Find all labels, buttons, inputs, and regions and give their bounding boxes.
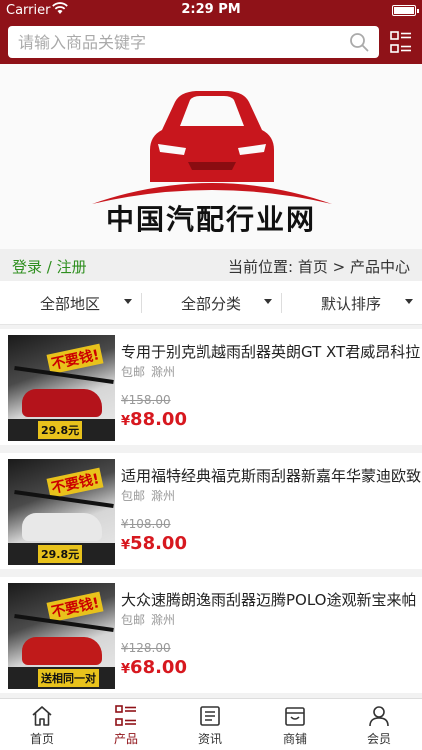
thumb-badge: 不要钱! xyxy=(46,467,104,499)
tab-label: 会员 xyxy=(366,732,391,746)
filter-category-label: 全部分类 xyxy=(181,295,242,313)
member-icon xyxy=(369,706,389,727)
auth-separator: / xyxy=(46,258,52,276)
shipping-label: 包邮 xyxy=(121,489,146,503)
filter-region-label: 全部地区 xyxy=(40,295,101,313)
breadcrumb: 当前位置: 首页 > 产品中心 xyxy=(228,256,410,277)
thumb-price: 29.8元 xyxy=(38,545,83,563)
register-link[interactable]: 注册 xyxy=(57,258,87,276)
price-value: 68.00 xyxy=(130,657,187,678)
product-meta: 包邮 滁州 xyxy=(121,611,175,628)
filter-sort-label: 默认排序 xyxy=(321,295,382,313)
category-menu-icon[interactable] xyxy=(390,31,412,53)
shipping-label: 包邮 xyxy=(121,365,146,379)
login-link[interactable]: 登录 xyxy=(12,258,42,276)
battery-icon xyxy=(392,5,419,16)
caret-down-icon xyxy=(264,299,272,304)
thumb-price: 29.8元 xyxy=(38,421,83,439)
car-graphic xyxy=(22,513,102,541)
status-bar: Carrier 2:29 PM xyxy=(0,0,422,20)
breadcrumb-home[interactable]: 首页 xyxy=(298,258,328,276)
original-price: ¥108.00 xyxy=(121,517,171,531)
tab-home[interactable]: 首页 xyxy=(0,699,84,750)
currency-symbol: ¥ xyxy=(121,538,131,553)
thumb-badge: 不要钱! xyxy=(46,343,104,375)
product-thumbnail: 不要钱! 29.8元 xyxy=(8,459,115,565)
tab-label: 商铺 xyxy=(282,732,307,746)
currency-symbol: ¥ xyxy=(121,414,131,429)
tab-label: 产品 xyxy=(113,732,138,746)
breadcrumb-bar: 登录 / 注册 当前位置: 首页 > 产品中心 xyxy=(0,249,422,281)
product-price: ¥58.00 xyxy=(121,533,187,554)
original-price: ¥158.00 xyxy=(121,393,171,407)
search-input[interactable] xyxy=(18,26,338,58)
product-meta: 包邮 滁州 xyxy=(121,487,175,504)
tab-label: 首页 xyxy=(29,732,54,746)
price-value: 58.00 xyxy=(130,533,187,554)
home-icon xyxy=(32,706,52,726)
product-price: ¥88.00 xyxy=(121,409,187,430)
product-item[interactable]: 不要钱! 送相同一对 大众速腾朗逸雨刮器迈腾POLO途观新宝来帕 包邮 滁州 ¥1… xyxy=(0,577,422,693)
bottom-tab-bar: 首页 产品 资讯 商铺 会员 xyxy=(0,698,422,750)
search-header xyxy=(0,20,422,64)
product-city: 滁州 xyxy=(151,365,176,379)
tab-products[interactable]: 产品 xyxy=(84,699,168,750)
news-icon xyxy=(200,706,220,726)
thumb-badge: 不要钱! xyxy=(46,591,104,623)
tab-news[interactable]: 资讯 xyxy=(168,699,252,750)
filter-region[interactable]: 全部地区 xyxy=(0,281,140,325)
search-box[interactable] xyxy=(8,26,379,58)
product-city: 滁州 xyxy=(151,613,176,627)
product-title[interactable]: 专用于别克凯越雨刮器英朗GT XT君威昂科拉 xyxy=(121,341,422,362)
thumb-price: 送相同一对 xyxy=(38,669,99,687)
breadcrumb-arrow: > xyxy=(332,258,346,276)
shipping-label: 包邮 xyxy=(121,613,146,627)
car-graphic xyxy=(22,389,102,417)
car-graphic xyxy=(22,637,102,665)
filter-category[interactable]: 全部分类 xyxy=(141,281,281,325)
filter-sort[interactable]: 默认排序 xyxy=(281,281,421,325)
product-meta: 包邮 滁州 xyxy=(121,363,175,380)
tab-shop[interactable]: 商铺 xyxy=(253,699,337,750)
caret-down-icon xyxy=(405,299,413,304)
tab-label: 资讯 xyxy=(197,732,222,746)
product-item[interactable]: 不要钱! 29.8元 适用福特经典福克斯雨刮器新嘉年华蒙迪欧致 包邮 滁州 ¥10… xyxy=(0,453,422,569)
product-list-icon xyxy=(115,705,136,726)
tab-member[interactable]: 会员 xyxy=(337,699,421,750)
price-value: 88.00 xyxy=(130,409,187,430)
product-title[interactable]: 大众速腾朗逸雨刮器迈腾POLO途观新宝来帕 xyxy=(121,589,422,610)
filter-bar: 全部地区 全部分类 默认排序 xyxy=(0,281,422,325)
product-title[interactable]: 适用福特经典福克斯雨刮器新嘉年华蒙迪欧致 xyxy=(121,465,422,486)
product-thumbnail: 不要钱! 送相同一对 xyxy=(8,583,115,689)
caret-down-icon xyxy=(124,299,132,304)
site-logo-text: 中国汽配行业网 xyxy=(105,203,316,236)
currency-symbol: ¥ xyxy=(121,662,131,677)
search-icon[interactable] xyxy=(349,32,369,52)
clock: 2:29 PM xyxy=(181,2,241,17)
auth-links: 登录 / 注册 xyxy=(12,256,87,277)
shop-icon xyxy=(285,707,305,726)
product-price: ¥68.00 xyxy=(121,657,187,678)
original-price: ¥128.00 xyxy=(121,641,171,655)
product-item[interactable]: 不要钱! 29.8元 专用于别克凯越雨刮器英朗GT XT君威昂科拉 包邮 滁州 ¥… xyxy=(0,329,422,445)
product-city: 滁州 xyxy=(151,489,176,503)
product-thumbnail: 不要钱! 29.8元 xyxy=(8,335,115,441)
breadcrumb-current: 产品中心 xyxy=(349,258,410,276)
breadcrumb-label: 当前位置: xyxy=(227,258,294,276)
site-banner: 中国汽配行业网 xyxy=(0,64,422,249)
